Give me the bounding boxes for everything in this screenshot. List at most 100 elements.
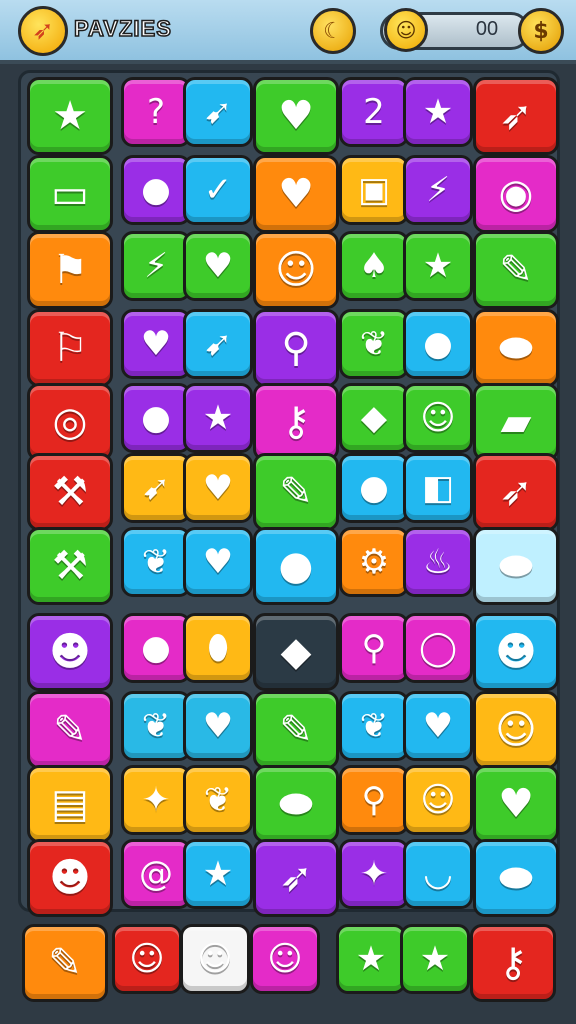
tile[interactable]: ⚑ — [27, 231, 113, 309]
tile[interactable]: ? — [121, 77, 191, 147]
tile[interactable]: ♨ — [403, 527, 473, 597]
tile[interactable]: ✎ — [27, 691, 113, 769]
rocket-logo-icon[interactable]: ➶ — [18, 6, 68, 56]
tile[interactable]: ⚙ — [339, 527, 409, 597]
tile[interactable]: ⬮ — [183, 613, 253, 683]
bread-icon: ⬬ — [498, 325, 534, 371]
tile[interactable]: ★ — [403, 77, 473, 147]
tile[interactable]: ● — [403, 309, 473, 379]
tile[interactable]: ✎ — [253, 453, 339, 531]
tile[interactable]: ❦ — [183, 765, 253, 835]
smile-face-icon: ☺ — [420, 780, 456, 820]
toolbar-tile[interactable]: ★ — [336, 924, 406, 994]
tile[interactable]: ▣ — [339, 155, 409, 225]
tile[interactable]: ➹ — [183, 77, 253, 147]
boomerang-icon: ➹ — [203, 92, 233, 132]
ghost-face-icon: ☺ — [420, 398, 456, 438]
tile[interactable]: ★ — [27, 77, 113, 155]
toolbar-tile[interactable]: ⚷ — [470, 924, 556, 1002]
tile[interactable]: ➶ — [473, 77, 559, 155]
tile[interactable]: ⬬ — [473, 839, 559, 917]
tile[interactable]: ⬬ — [253, 765, 339, 843]
tile[interactable]: ◧ — [403, 453, 473, 523]
toolbar-tile[interactable]: ☺ — [180, 924, 250, 994]
tile[interactable]: @ — [121, 839, 191, 909]
tile[interactable]: ✓ — [183, 155, 253, 225]
tile[interactable]: ☻ — [473, 613, 559, 691]
tile[interactable]: ◡ — [403, 839, 473, 909]
toolbar-tile[interactable]: ☺ — [112, 924, 182, 994]
tile[interactable]: ❦ — [339, 691, 409, 761]
puzzle-icon: ◧ — [421, 468, 455, 508]
tile[interactable]: ♥ — [253, 155, 339, 233]
tile[interactable]: ● — [339, 453, 409, 523]
tile[interactable]: ❦ — [121, 691, 191, 761]
tile[interactable]: ♥ — [253, 77, 339, 155]
tile[interactable]: ★ — [183, 839, 253, 909]
tile[interactable]: ☺ — [253, 231, 339, 309]
tile[interactable]: ➹ — [121, 453, 191, 523]
cat-face-icon: ☺ — [275, 247, 317, 293]
tile[interactable]: ⬬ — [473, 309, 559, 387]
tile[interactable]: ◯ — [403, 613, 473, 683]
key-heart-icon: ⚷ — [498, 940, 528, 986]
tile[interactable]: ⚷ — [253, 383, 339, 461]
tiger-face-icon: ☺ — [495, 707, 537, 753]
tile[interactable]: ◎ — [27, 383, 113, 461]
tile[interactable]: ⚲ — [253, 309, 339, 387]
banana-icon[interactable]: ☾ — [310, 8, 356, 54]
tile[interactable]: ♥ — [183, 527, 253, 597]
tile[interactable]: ● — [121, 155, 191, 225]
tile[interactable]: ❦ — [121, 527, 191, 597]
question-icon: ? — [146, 92, 166, 132]
tile[interactable]: ✎ — [473, 231, 559, 309]
tile[interactable]: ☺ — [403, 765, 473, 835]
tile[interactable]: ♠ — [339, 231, 409, 301]
tile[interactable]: ★ — [183, 383, 253, 453]
tile[interactable]: ➶ — [253, 839, 339, 917]
tile[interactable]: ▰ — [473, 383, 559, 461]
tile[interactable]: ◉ — [473, 155, 559, 233]
tile[interactable]: ☻ — [27, 839, 113, 917]
tile[interactable]: ◆ — [253, 613, 339, 691]
coin-icon[interactable]: $ — [518, 8, 564, 54]
tile[interactable]: ⚡ — [403, 155, 473, 225]
tile[interactable]: ♥ — [183, 453, 253, 523]
tile[interactable]: ♥ — [473, 765, 559, 843]
tile[interactable]: ✦ — [121, 765, 191, 835]
tile[interactable]: ⚒ — [27, 453, 113, 531]
bread-icon: ⬬ — [498, 855, 534, 901]
magnifier-icon: ⚲ — [361, 780, 387, 820]
tile[interactable]: ♥ — [183, 231, 253, 301]
tile[interactable]: ⚐ — [27, 309, 113, 387]
tile[interactable]: ⚡ — [121, 231, 191, 301]
cat-face-icon: ☺ — [267, 939, 303, 979]
tile[interactable]: ♥ — [121, 309, 191, 379]
tile[interactable]: ⚲ — [339, 765, 409, 835]
tile[interactable]: ☺ — [473, 691, 559, 769]
tile[interactable]: ✎ — [253, 691, 339, 769]
tile[interactable]: ⚲ — [339, 613, 409, 683]
tile[interactable]: 2 — [339, 77, 409, 147]
toolbar-tile[interactable]: ✎ — [22, 924, 108, 1002]
tile[interactable]: ☺ — [403, 383, 473, 453]
star-icon: ✦ — [359, 854, 389, 894]
tile[interactable]: ▤ — [27, 765, 113, 843]
tile[interactable]: ♥ — [183, 691, 253, 761]
tile[interactable]: ◆ — [339, 383, 409, 453]
toolbar-tile[interactable]: ☺ — [250, 924, 320, 994]
tile[interactable]: ● — [253, 527, 339, 605]
tile[interactable]: ✦ — [339, 839, 409, 909]
tile[interactable]: ● — [121, 383, 191, 453]
tile[interactable]: ➶ — [473, 453, 559, 531]
tile[interactable]: ⬬ — [473, 527, 559, 605]
tile[interactable]: ▭ — [27, 155, 113, 233]
tile[interactable]: ☻ — [27, 613, 113, 691]
tile[interactable]: ❦ — [339, 309, 409, 379]
tile[interactable]: ➹ — [183, 309, 253, 379]
tile[interactable]: ★ — [403, 231, 473, 301]
toolbar-tile[interactable]: ★ — [400, 924, 470, 994]
tile[interactable]: ⚒ — [27, 527, 113, 605]
tile[interactable]: ● — [121, 613, 191, 683]
tile[interactable]: ♥ — [403, 691, 473, 761]
